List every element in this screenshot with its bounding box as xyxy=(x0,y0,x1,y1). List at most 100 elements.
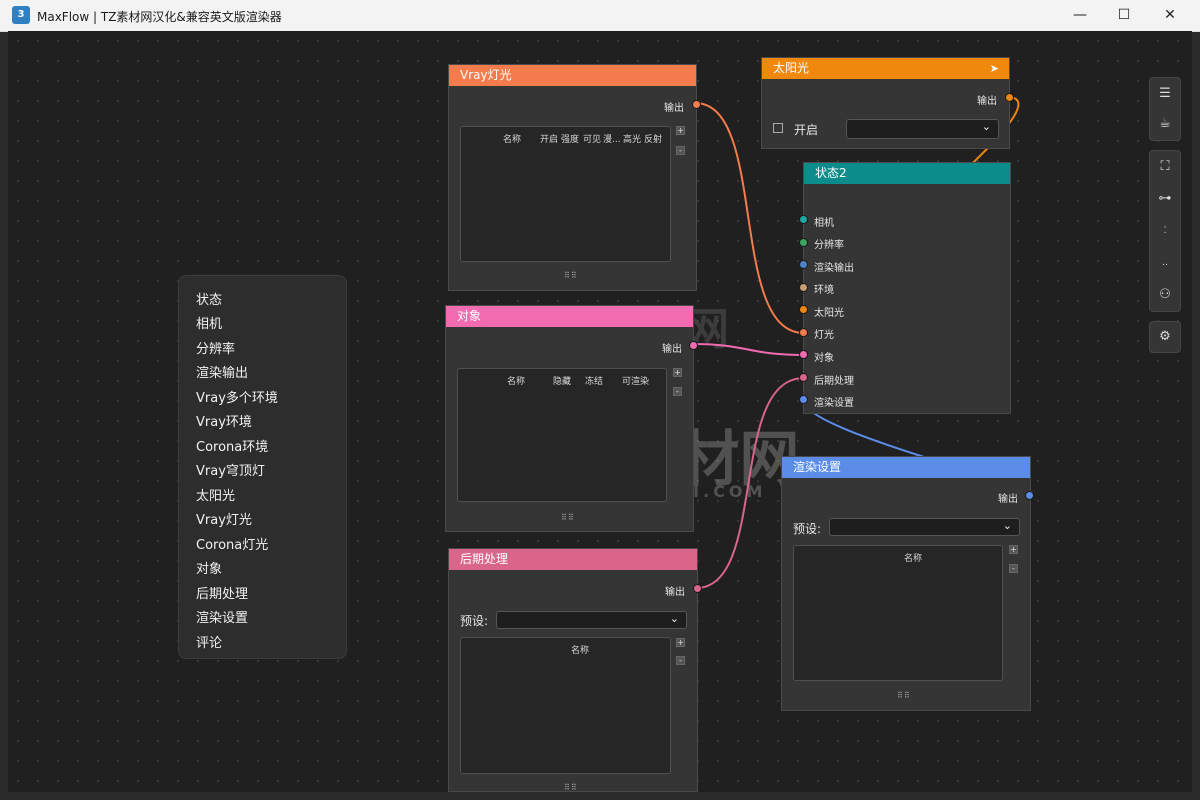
menu-item-sunlight[interactable]: 太阳光 xyxy=(196,485,235,504)
node-canvas[interactable]: TZ素材网 TZSUCAI.COM TZ素材网 TZSUCAI.COM 状态 相… xyxy=(8,31,1192,792)
node-vray-light[interactable]: Vray灯光 输出 名称 开启 强度 可见 漫... 高光 反射 + - ⠿⠿ xyxy=(448,64,701,291)
menu-item-vray-multi-env[interactable]: Vray多个环境 xyxy=(196,387,278,406)
object-list[interactable]: 名称 隐藏 冻结 可渲染 xyxy=(457,368,667,502)
input-port-camera[interactable] xyxy=(799,215,808,224)
resize-grip[interactable]: ⠿⠿ xyxy=(564,783,578,792)
minimize-button[interactable]: — xyxy=(1057,0,1103,31)
input-port-environment[interactable] xyxy=(799,283,808,292)
list-icon[interactable]: ☰ xyxy=(1157,86,1173,102)
menu-item-resolution[interactable]: 分辨率 xyxy=(196,338,235,357)
tree-layout-icon[interactable]: ⊶ xyxy=(1157,191,1173,207)
column-header[interactable]: 名称 xyxy=(507,374,525,387)
sun-dropdown[interactable]: ⌄ xyxy=(846,119,999,139)
column-header[interactable]: 强度 xyxy=(561,132,579,145)
node-render-settings[interactable]: 渲染设置 输出 预设: ⌄ 名称 + - ⠿⠿ xyxy=(781,456,1034,711)
remove-item-button[interactable]: - xyxy=(676,146,685,155)
node-header[interactable]: 对象 xyxy=(446,306,693,327)
node-header[interactable]: 渲染设置 xyxy=(782,457,1030,478)
maximize-button[interactable]: ☐ xyxy=(1101,0,1147,31)
add-item-button[interactable]: + xyxy=(676,126,685,135)
app-icon: 3 xyxy=(12,6,30,24)
menu-item-corona-env[interactable]: Corona环境 xyxy=(196,436,268,455)
node-sunlight[interactable]: 太阳光 ➤ 输出 开启 ⌄ xyxy=(761,57,1014,149)
align-horizontal-icon[interactable]: ‥ xyxy=(1157,255,1173,271)
resize-grip[interactable]: ⠿⠿ xyxy=(561,513,575,522)
column-header[interactable]: 可渲染 xyxy=(622,374,649,387)
menu-item-vray-env[interactable]: Vray环境 xyxy=(196,411,252,430)
input-label-post-processing: 后期处理 xyxy=(814,376,854,387)
resize-grip[interactable]: ⠿⠿ xyxy=(897,691,911,700)
column-header[interactable]: 可见 xyxy=(583,132,601,145)
output-port[interactable] xyxy=(692,100,701,109)
column-header[interactable]: 漫... xyxy=(603,132,621,145)
toolbar-group-2: ⛶ ⊶ ⁚ ‥ ⚇ xyxy=(1149,150,1181,312)
node-header[interactable]: Vray灯光 xyxy=(449,65,696,86)
column-header[interactable]: 名称 xyxy=(503,132,521,145)
input-port-render-settings[interactable] xyxy=(799,395,808,404)
remove-item-button[interactable]: - xyxy=(1009,564,1018,573)
menu-item-vray-dome-light[interactable]: Vray穹顶灯 xyxy=(196,460,265,479)
coffee-icon[interactable]: ☕ xyxy=(1157,116,1173,132)
enable-checkbox[interactable] xyxy=(773,123,783,133)
menu-item-render-settings[interactable]: 渲染设置 xyxy=(196,607,248,626)
output-label: 输出 xyxy=(664,103,684,114)
menu-item-state[interactable]: 状态 xyxy=(196,289,222,308)
settings-icon[interactable]: ⚙ xyxy=(1157,329,1173,345)
output-port[interactable] xyxy=(1025,491,1034,500)
input-port-object[interactable] xyxy=(799,350,808,359)
column-header[interactable]: 隐藏 xyxy=(553,374,571,387)
column-header[interactable]: 开启 xyxy=(540,132,558,145)
input-port-resolution[interactable] xyxy=(799,238,808,247)
light-list[interactable]: 名称 开启 强度 可见 漫... 高光 反射 xyxy=(460,126,671,262)
add-item-button[interactable]: + xyxy=(1009,545,1018,554)
add-item-button[interactable]: + xyxy=(676,638,685,647)
output-port[interactable] xyxy=(693,584,702,593)
remove-item-button[interactable]: - xyxy=(673,387,682,396)
enable-label: 开启 xyxy=(794,123,819,137)
menu-item-post-processing[interactable]: 后期处理 xyxy=(196,583,248,602)
render-settings-list[interactable]: 名称 xyxy=(793,545,1003,681)
node-header[interactable]: 状态2 xyxy=(804,163,1010,184)
menu-item-object[interactable]: 对象 xyxy=(196,558,222,577)
column-header[interactable]: 名称 xyxy=(904,551,922,564)
preset-label: 预设: xyxy=(460,614,489,628)
menu-item-camera[interactable]: 相机 xyxy=(196,313,222,332)
add-item-button[interactable]: + xyxy=(673,368,682,377)
toolbar-group-3: ⚙ xyxy=(1149,321,1181,353)
menu-item-corona-light[interactable]: Corona灯光 xyxy=(196,534,268,553)
node-header[interactable]: 后期处理 xyxy=(449,549,697,570)
column-header[interactable]: 名称 xyxy=(571,643,589,656)
resize-grip[interactable]: ⠿⠿ xyxy=(564,271,578,280)
close-button[interactable]: ✕ xyxy=(1147,0,1193,31)
chevron-down-icon: ⌄ xyxy=(981,120,991,133)
cursor-icon: ➤ xyxy=(989,62,999,75)
post-list[interactable]: 名称 xyxy=(460,637,671,774)
input-port-render-output[interactable] xyxy=(799,260,808,269)
menu-item-vray-light[interactable]: Vray灯光 xyxy=(196,509,252,528)
nodes-icon[interactable]: ⚇ xyxy=(1157,287,1173,303)
remove-item-button[interactable]: - xyxy=(676,656,685,665)
toolbar-group-1: ☰ ☕ xyxy=(1149,77,1181,141)
column-header[interactable]: 冻结 xyxy=(585,374,603,387)
column-header[interactable]: 高光 xyxy=(623,132,641,145)
preset-dropdown[interactable]: ⌄ xyxy=(496,611,687,629)
fit-view-icon[interactable]: ⛶ xyxy=(1157,159,1173,175)
node-state-2[interactable]: 状态2 相机 分辨率 渲染输出 环境 太阳光 灯光 对象 后期处理 渲染设置 xyxy=(803,162,1011,414)
node-type-menu: 状态 相机 分辨率 渲染输出 Vray多个环境 Vray环境 Corona环境 … xyxy=(178,275,347,659)
input-label-sunlight: 太阳光 xyxy=(814,308,844,319)
output-port[interactable] xyxy=(689,341,698,350)
input-port-post-processing[interactable] xyxy=(799,373,808,382)
align-vertical-icon[interactable]: ⁚ xyxy=(1157,223,1173,239)
preset-dropdown[interactable]: ⌄ xyxy=(829,518,1020,536)
menu-item-comment[interactable]: 评论 xyxy=(196,632,222,651)
input-port-sunlight[interactable] xyxy=(799,305,808,314)
input-port-light[interactable] xyxy=(799,328,808,337)
menu-item-render-output[interactable]: 渲染输出 xyxy=(196,362,248,381)
input-label-resolution: 分辨率 xyxy=(814,240,844,251)
output-port[interactable] xyxy=(1005,93,1014,102)
node-header[interactable]: 太阳光 ➤ xyxy=(762,58,1009,79)
title-bar: 3 MaxFlow | TZ素材网汉化&兼容英文版渲染器 — ☐ ✕ xyxy=(0,0,1200,32)
node-post-processing[interactable]: 后期处理 输出 预设: ⌄ 名称 + - ⠿⠿ xyxy=(448,548,702,792)
node-object[interactable]: 对象 输出 名称 隐藏 冻结 可渲染 + - ⠿⠿ xyxy=(445,305,698,532)
column-header[interactable]: 反射 xyxy=(644,132,662,145)
